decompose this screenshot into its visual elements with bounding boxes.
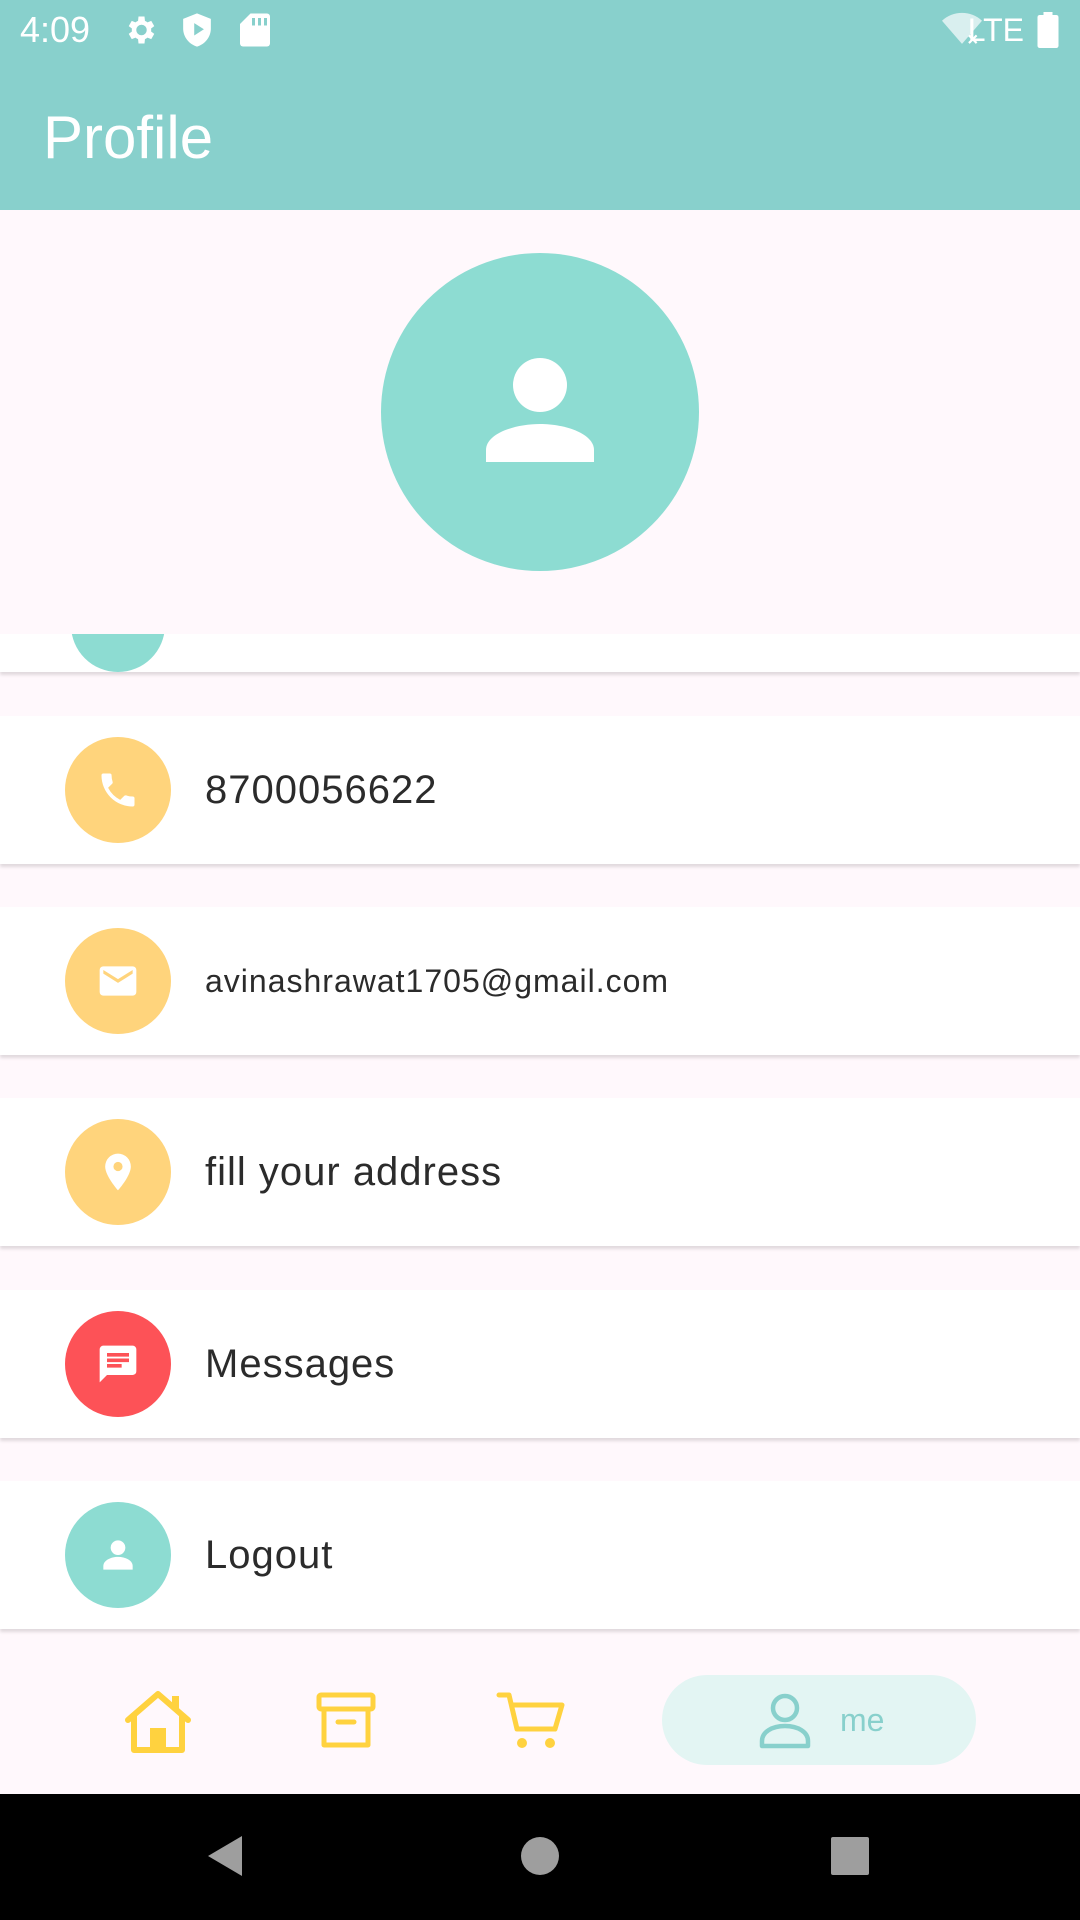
settings-icon	[122, 12, 158, 53]
email-icon-circle	[65, 928, 171, 1034]
archive-icon	[316, 1692, 376, 1748]
list-item-logout[interactable]: Logout	[0, 1481, 1080, 1629]
profile-header	[0, 210, 1080, 634]
messages-label: Messages	[205, 1342, 396, 1386]
list-item-messages[interactable]: Messages	[0, 1290, 1080, 1438]
back-button[interactable]	[204, 1834, 244, 1883]
app-bar: Profile	[0, 63, 1080, 210]
email-icon	[99, 966, 137, 996]
phone-icon	[101, 773, 135, 807]
list-item-hidden	[0, 634, 1080, 672]
nav-me[interactable]: me	[662, 1675, 976, 1765]
cart-icon	[496, 1692, 565, 1748]
phone-icon-circle	[65, 737, 171, 843]
status-time: 4:09	[20, 9, 91, 50]
message-icon-circle	[65, 1311, 171, 1417]
page-title: Profile	[43, 104, 214, 171]
phone-number: 8700056622	[205, 768, 438, 812]
location-icon-circle	[65, 1119, 171, 1225]
home-circle-icon	[521, 1837, 559, 1875]
list-item-phone[interactable]: 8700056622	[0, 716, 1080, 864]
hidden-row-icon	[71, 634, 165, 672]
sd-card-icon	[240, 12, 270, 53]
nav-cart[interactable]	[496, 1690, 566, 1757]
list-item-email[interactable]: avinashrawat1705@gmail.com	[0, 907, 1080, 1055]
logout-icon-circle	[65, 1502, 171, 1608]
network-type: LTE	[967, 12, 1024, 48]
person-icon	[486, 358, 594, 462]
status-bar: 4:09 LTE	[0, 0, 1080, 63]
home-button[interactable]	[520, 1836, 560, 1881]
avatar[interactable]	[381, 253, 699, 571]
address-text: fill your address	[205, 1150, 503, 1194]
nav-orders[interactable]	[316, 1692, 376, 1755]
email-address: avinashrawat1705@gmail.com	[205, 963, 670, 999]
person-outline-icon	[759, 1693, 811, 1749]
recents-button[interactable]	[830, 1836, 870, 1881]
message-icon	[99, 1345, 137, 1383]
battery-icon	[1037, 12, 1059, 53]
list-item-address[interactable]: fill your address	[0, 1098, 1080, 1246]
app-root: 4:09 LTE Profile 8700056622 avinashrawat…	[0, 0, 1080, 1920]
recents-icon	[831, 1837, 869, 1875]
home-icon	[125, 1691, 191, 1753]
location-pin-icon	[105, 1153, 131, 1191]
system-nav-bar	[0, 1794, 1080, 1920]
person-icon	[103, 1540, 133, 1570]
shield-play-icon	[180, 12, 214, 53]
nav-home[interactable]	[122, 1688, 194, 1759]
bottom-nav: me	[0, 1652, 1080, 1794]
back-icon	[208, 1836, 242, 1876]
nav-me-label: me	[840, 1702, 885, 1738]
logout-label: Logout	[205, 1533, 334, 1577]
